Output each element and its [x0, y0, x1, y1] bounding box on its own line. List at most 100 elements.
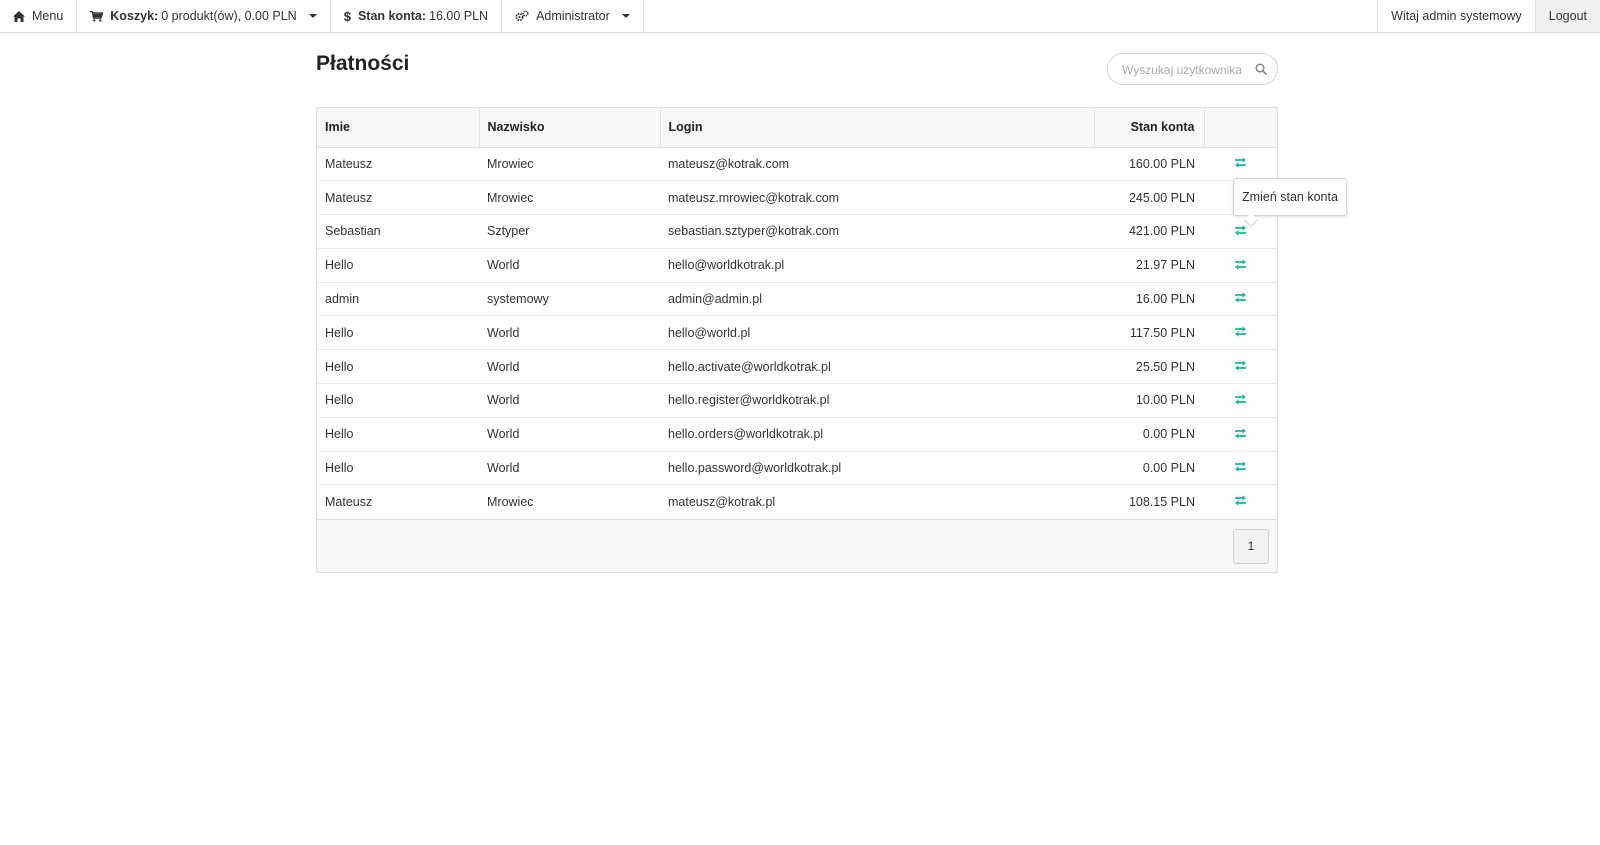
cell-login: hello.register@worldkotrak.pl [660, 383, 1094, 418]
cell-first-name: Hello [317, 450, 479, 485]
cell-balance: 0.00 PLN [1094, 450, 1204, 485]
transfer-arrows-icon[interactable] [1234, 360, 1247, 374]
cell-login: sebastian.sztyper@kotrak.com [660, 214, 1094, 249]
logout-button[interactable]: Logout [1534, 0, 1600, 32]
transfer-arrows-icon[interactable] [1234, 326, 1247, 340]
pagination-page-1[interactable]: 1 [1233, 528, 1269, 564]
header-last-name[interactable]: Nazwisko [478, 108, 660, 148]
menu-button[interactable]: Menu [0, 0, 78, 32]
cell-action [1204, 416, 1277, 452]
cell-first-name: Hello [317, 247, 479, 283]
menu-label: Menu [32, 9, 64, 23]
cell-login: mateusz@kotrak.com [668, 156, 790, 171]
cell-balance: 21.97 PLN [1094, 247, 1204, 283]
transfer-arrows-icon[interactable] [1234, 394, 1247, 408]
table-row: Mateusz Mrowiec mateusz@kotrak.pl 108.15 PL… [317, 484, 1277, 519]
transfer-arrows-icon[interactable] [1234, 495, 1247, 509]
cart-dropdown[interactable]: Koszyk: 0 produkt(ów), 0.00 PLN [77, 0, 331, 32]
cell-balance: 0.00 PLN [1094, 416, 1204, 452]
search-input[interactable] [1120, 60, 1250, 80]
cell-last-name: Mrowiec [487, 156, 534, 171]
transfer-arrows-icon[interactable] [1234, 225, 1247, 239]
cell-action [1204, 450, 1277, 485]
table-row: Hello World hello.orders@worldkotrak.pl 0.0… [317, 416, 1277, 452]
cell-balance: 160.00 PLN [1128, 156, 1195, 171]
cell-last-name: World [479, 247, 660, 283]
cell-login: hello.activate@worldkotrak.pl [660, 349, 1094, 384]
tooltip: Zmień stan konta [1233, 178, 1347, 228]
dollar-icon: $ [343, 8, 351, 24]
cell-last-name: Sztyper [479, 214, 660, 249]
balance-display: $ Stan konta: 16.00 PLN [331, 0, 503, 32]
cell-last-name: systemowy [479, 281, 660, 316]
cell-first-name: Hello [317, 349, 479, 384]
table-row: Mateusz Mrowiec mateusz@kotrak.com 160.00 P… [317, 147, 1277, 181]
cell-login: hello.password@worldkotrak.pl [660, 450, 1094, 485]
header-login[interactable]: Login [659, 108, 1094, 148]
chevron-down-icon [308, 14, 317, 18]
table-body: Mateusz Mrowiec mateusz@kotrak.com 160.00 P… [317, 147, 1277, 519]
cart-label: Koszyk: [110, 9, 159, 23]
cell-last-name: Mrowiec [479, 180, 660, 215]
cell-action [1204, 484, 1277, 519]
table-row: admin systemowy admin@admin.pl 16.00 PLN [317, 281, 1277, 316]
cell-balance: 16.00 PLN [1094, 281, 1204, 316]
cell-action [1204, 383, 1277, 418]
cell-login: hello@worldkotrak.pl [660, 247, 1094, 283]
cell-first-name: Hello [317, 315, 479, 350]
header-balance[interactable]: Stan konta [1093, 108, 1204, 148]
home-icon [13, 10, 25, 22]
welcome-text: Witaj admin systemowy [1377, 0, 1535, 32]
admin-label: Administrator [536, 9, 610, 23]
shopping-cart-icon [90, 10, 104, 22]
cell-action [1204, 214, 1277, 249]
table-row: Sebastian Sztyper sebastian.sztyper@kotrak… [317, 214, 1277, 249]
search-icon[interactable] [1255, 63, 1267, 78]
cell-last-name: World [479, 450, 660, 485]
header-first-name[interactable]: Imie [317, 108, 479, 148]
cell-last-name: World [479, 315, 660, 350]
cell-balance: 245.00 PLN [1094, 180, 1204, 215]
cell-balance: 117.50 PLN [1094, 315, 1204, 350]
cell-balance: 421.00 PLN [1094, 214, 1204, 249]
cell-last-name: Mrowiec [479, 484, 660, 519]
cell-last-name: World [479, 416, 660, 452]
cell-first-name: Mateusz [325, 156, 373, 171]
cart-value: 0 produkt(ów), 0.00 PLN [161, 9, 297, 23]
transfer-arrows-icon[interactable] [1234, 292, 1247, 306]
cell-first-name: Hello [317, 383, 479, 418]
transfer-arrows-icon[interactable] [1234, 427, 1247, 442]
cell-login: hello.orders@worldkotrak.pl [660, 416, 1094, 452]
cell-last-name: World [479, 349, 660, 384]
table-row: Hello World hello@world.pl 117.50 PLN [317, 315, 1277, 350]
navbar-right: Witaj admin systemowy Logout [1377, 0, 1600, 32]
navbar-left: Menu Koszyk: 0 produkt(ów), 0.00 PLN $ S… [0, 0, 644, 32]
tooltip-text: Zmień stan konta [1242, 190, 1338, 204]
table-row: Hello World hello.register@worldkotrak.pl 1… [317, 383, 1277, 418]
cell-first-name: Mateusz [317, 484, 479, 519]
user-search [1107, 53, 1278, 85]
cell-first-name: Hello [317, 416, 479, 452]
header-actions [1203, 108, 1277, 148]
cell-balance: 25.50 PLN [1094, 349, 1204, 384]
transfer-arrows-icon[interactable] [1234, 157, 1247, 171]
table-header-row: Imie Nazwisko Login Stan konta [317, 108, 1277, 148]
cell-action [1204, 247, 1277, 283]
cell-first-name: admin [317, 281, 479, 316]
cell-action [1204, 147, 1277, 181]
balance-value: 16.00 PLN [429, 9, 489, 23]
balance-label: Stan konta: [357, 9, 427, 23]
admin-dropdown[interactable]: Administrator [502, 0, 644, 32]
gears-icon [515, 10, 529, 22]
table-row: Hello World hello@worldkotrak.pl 21.97 PLN [317, 247, 1277, 283]
transfer-arrows-icon[interactable] [1234, 461, 1247, 475]
table-row: Mateusz Mrowiec mateusz.mrowiec@kotrak.com… [317, 180, 1277, 215]
cell-login: hello@world.pl [660, 315, 1094, 350]
cell-balance: 108.15 PLN [1094, 484, 1204, 519]
payments-table: Imie Nazwisko Login Stan konta Mateusz Mr… [316, 107, 1278, 573]
chevron-down-icon [621, 14, 630, 18]
transfer-arrows-icon[interactable] [1234, 258, 1247, 273]
cell-login: mateusz@kotrak.pl [660, 484, 1094, 519]
cell-balance: 10.00 PLN [1094, 383, 1204, 418]
top-navbar: Menu Koszyk: 0 produkt(ów), 0.00 PLN $ S… [0, 0, 1600, 33]
